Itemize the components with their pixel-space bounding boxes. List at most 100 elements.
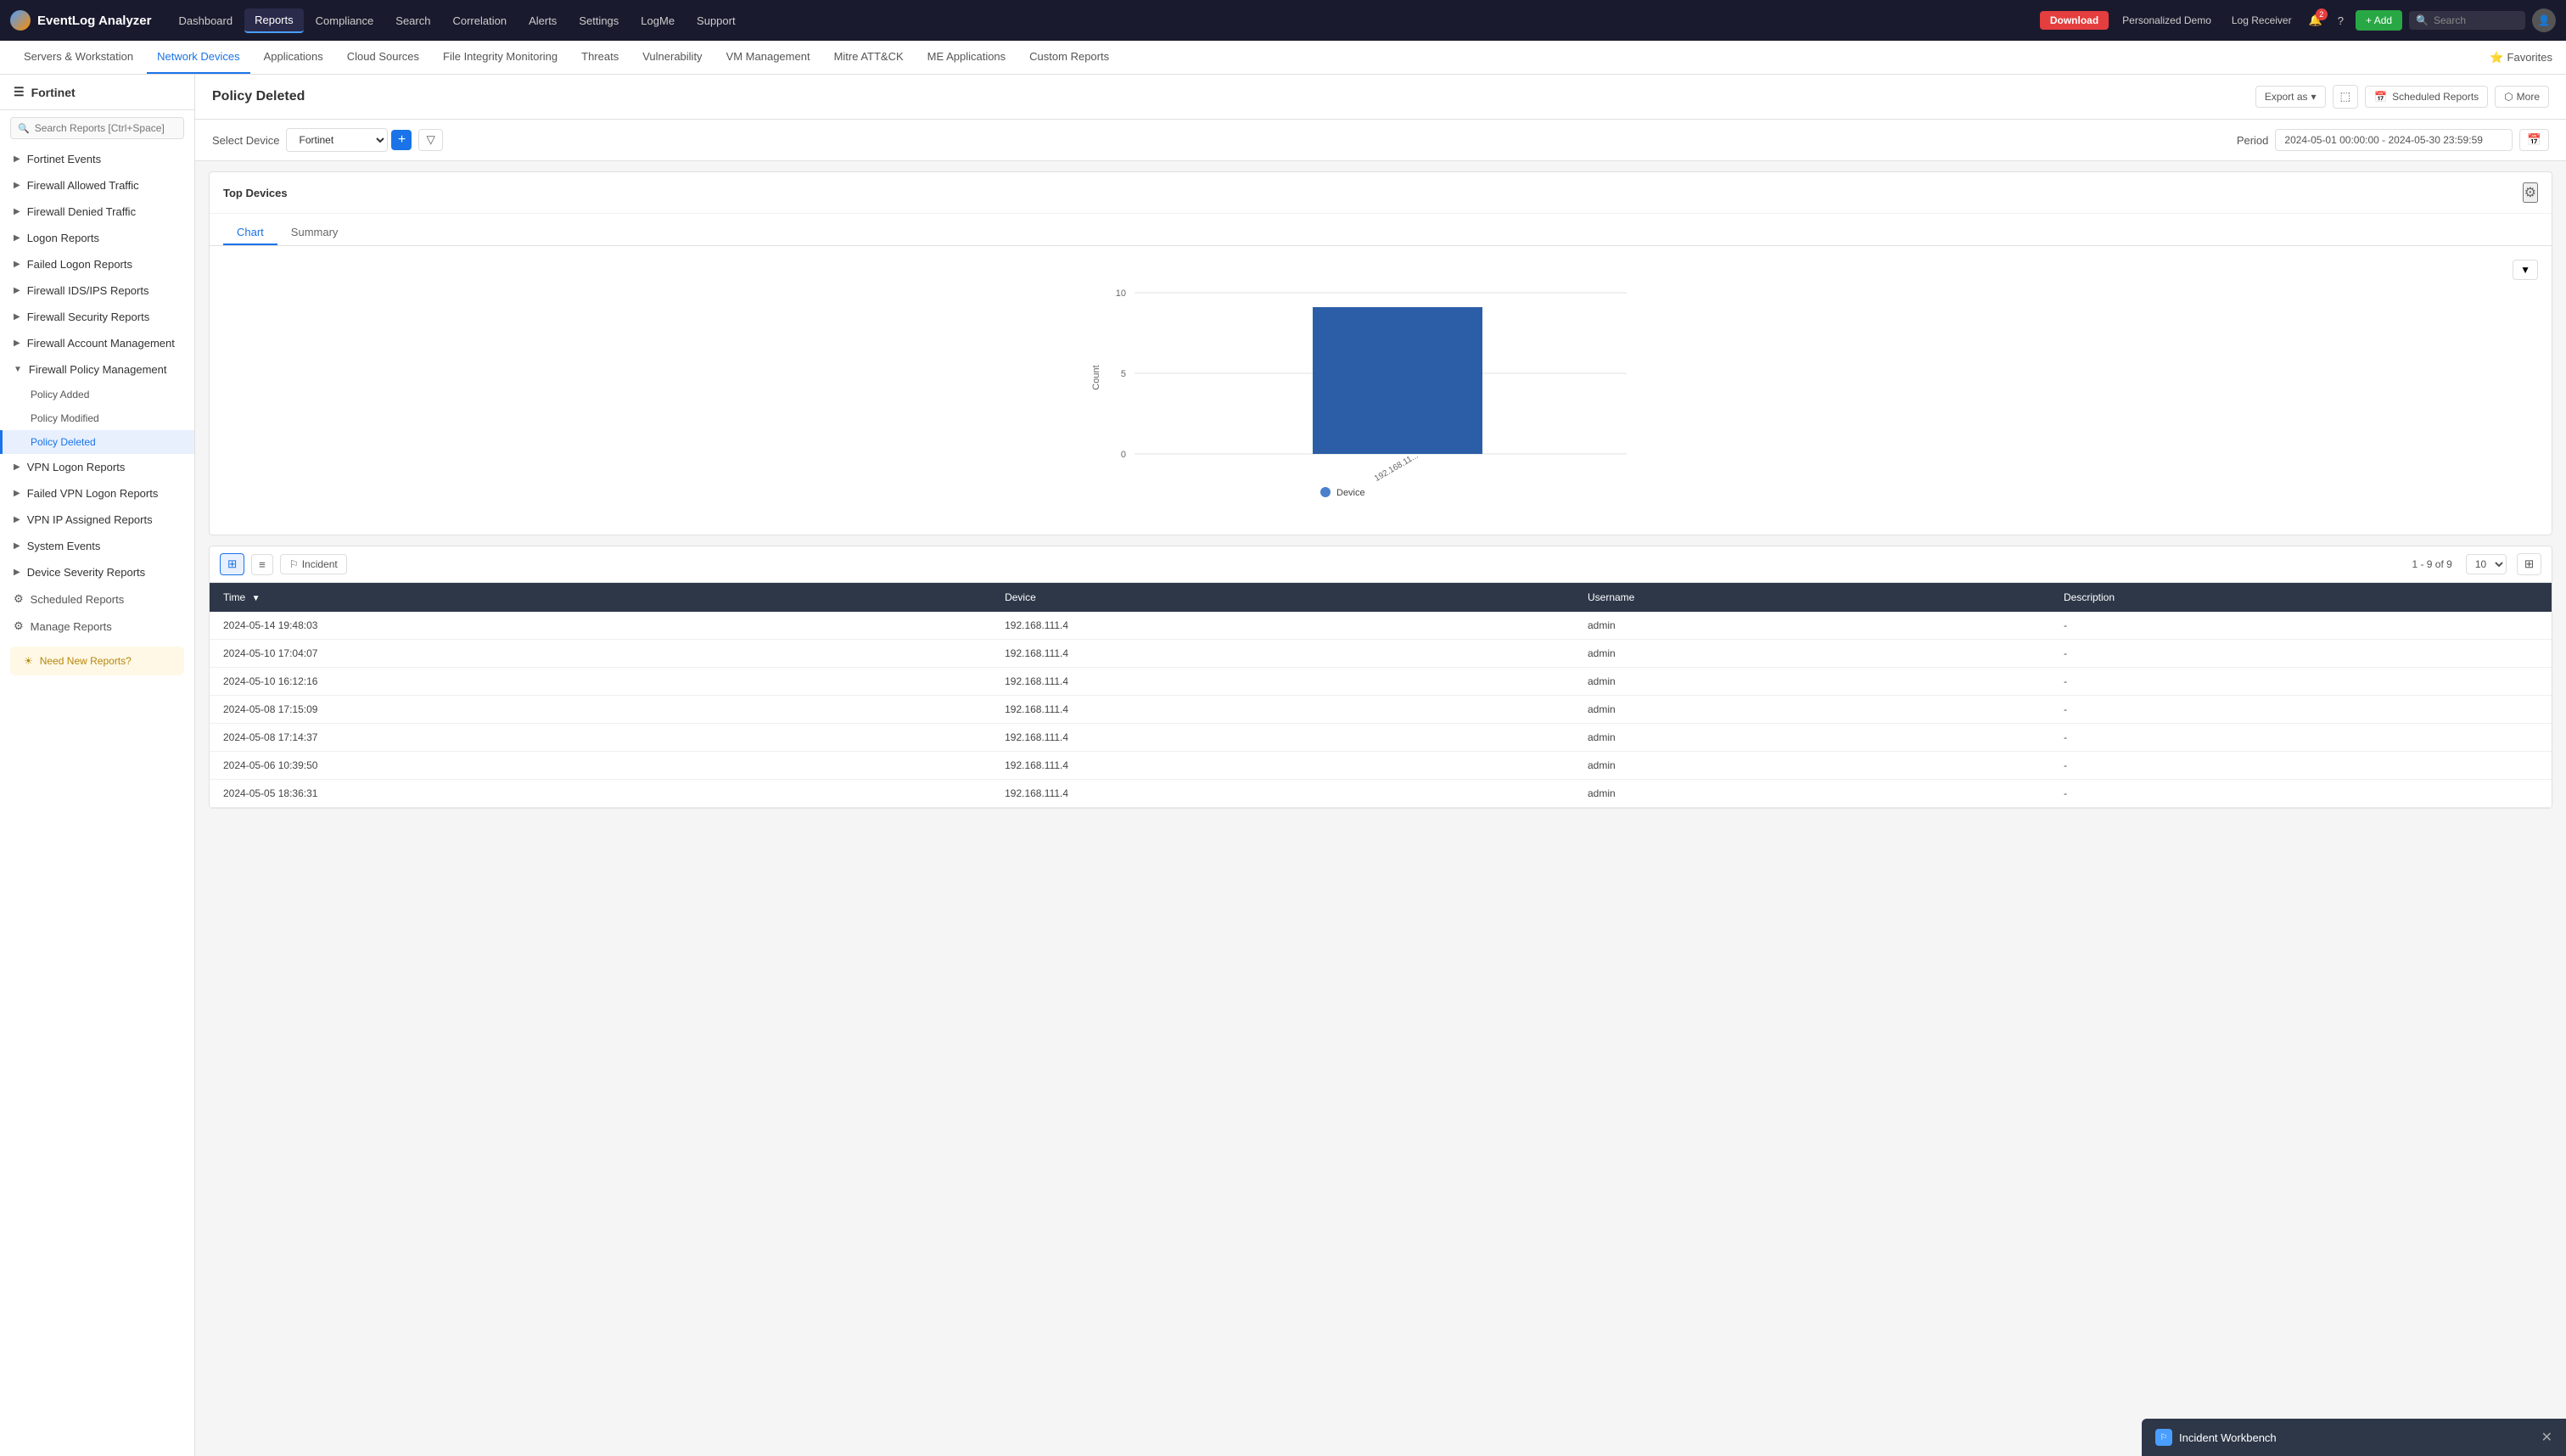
sidebar-search-input[interactable] — [35, 122, 176, 134]
subnav-network-devices[interactable]: Network Devices — [147, 41, 250, 74]
sidebar-group-allowed-traffic[interactable]: ▶ Firewall Allowed Traffic — [0, 172, 194, 199]
sidebar-group-account-mgmt[interactable]: ▶ Firewall Account Management — [0, 330, 194, 356]
add-button[interactable]: + Add — [2356, 10, 2402, 31]
share-button[interactable]: ⬚ — [2333, 85, 2359, 109]
subnav-vulnerability[interactable]: Vulnerability — [632, 41, 712, 74]
incident-workbench-panel[interactable]: ⚐ Incident Workbench ✕ — [2142, 1419, 2566, 1456]
sidebar-item-policy-added[interactable]: Policy Added — [0, 383, 194, 406]
nav-correlation[interactable]: Correlation — [442, 9, 517, 32]
tab-summary[interactable]: Summary — [277, 221, 352, 245]
cell-time: 2024-05-06 10:39:50 — [210, 752, 991, 780]
nav-logme[interactable]: LogMe — [630, 9, 685, 32]
cell-description: - — [2050, 696, 2552, 724]
chart-dropdown-button[interactable]: ▼ — [2513, 260, 2538, 280]
cell-username: admin — [1574, 668, 2050, 696]
bar-device — [1313, 307, 1482, 454]
subnav-applications[interactable]: Applications — [254, 41, 333, 74]
table-row: 2024-05-05 18:36:31 192.168.111.4 admin … — [210, 780, 2552, 808]
data-table: Time ▼ Device Username Description — [210, 583, 2552, 808]
filter-button[interactable]: ▽ — [418, 129, 442, 151]
sidebar-item-policy-deleted[interactable]: Policy Deleted — [0, 430, 194, 454]
sidebar-group-device-severity[interactable]: ▶ Device Severity Reports — [0, 559, 194, 585]
nav-reports[interactable]: Reports — [244, 8, 304, 33]
hamburger-icon[interactable]: ☰ — [14, 85, 25, 99]
subnav-vm-management[interactable]: VM Management — [716, 41, 821, 74]
sidebar-group-denied-traffic[interactable]: ▶ Firewall Denied Traffic — [0, 199, 194, 225]
sidebar-group-system-events[interactable]: ▶ System Events — [0, 533, 194, 559]
cell-username: admin — [1574, 640, 2050, 668]
sidebar-group-vpn-logon[interactable]: ▶ VPN Logon Reports — [0, 454, 194, 480]
sidebar-group-security-reports[interactable]: ▶ Firewall Security Reports — [0, 304, 194, 330]
subnav-me-applications[interactable]: ME Applications — [917, 41, 1017, 74]
nav-search[interactable]: Search — [385, 9, 440, 32]
device-select[interactable]: Fortinet — [286, 128, 388, 152]
tab-chart[interactable]: Chart — [223, 221, 277, 245]
cell-description: - — [2050, 612, 2552, 640]
sub-navigation: Servers & Workstation Network Devices Ap… — [0, 41, 2566, 75]
grid-view-button[interactable]: ⊞ — [220, 553, 244, 575]
export-button[interactable]: Export as ▾ — [2255, 86, 2326, 108]
personalized-demo-button[interactable]: Personalized Demo — [2115, 11, 2218, 30]
col-description[interactable]: Description — [2050, 583, 2552, 612]
chevron-down-icon: ▼ — [14, 365, 22, 374]
subnav-threats[interactable]: Threats — [571, 41, 629, 74]
nav-compliance[interactable]: Compliance — [305, 9, 384, 32]
calendar-icon: 📅 — [2527, 133, 2541, 146]
sidebar-group-failed-vpn[interactable]: ▶ Failed VPN Logon Reports — [0, 480, 194, 507]
manage-reports-link[interactable]: ⚙ Manage Reports — [0, 613, 194, 640]
subnav-mitre[interactable]: Mitre ATT&CK — [824, 41, 914, 74]
more-button[interactable]: ⬡ More — [2495, 86, 2549, 108]
svg-text:0: 0 — [1121, 450, 1126, 460]
list-view-button[interactable]: ≡ — [251, 554, 273, 575]
column-settings-button[interactable]: ⊞ — [2517, 553, 2541, 575]
subnav-cloud-sources[interactable]: Cloud Sources — [337, 41, 429, 74]
nav-alerts[interactable]: Alerts — [518, 9, 567, 32]
period-section: Period 📅 — [2237, 129, 2549, 151]
chart-panel-header: Top Devices ⚙ — [210, 172, 2552, 214]
top-search-bar[interactable]: 🔍 — [2409, 11, 2525, 30]
incident-wb-icon: ⚐ — [2155, 1429, 2172, 1446]
dropdown-arrow-icon: ▾ — [2311, 91, 2317, 103]
user-avatar[interactable]: 👤 — [2532, 8, 2556, 32]
nav-support[interactable]: Support — [686, 9, 746, 32]
svg-text:5: 5 — [1121, 369, 1126, 379]
subnav-file-integrity[interactable]: File Integrity Monitoring — [433, 41, 568, 74]
calendar-button[interactable]: 📅 — [2519, 129, 2549, 151]
nav-settings[interactable]: Settings — [569, 9, 629, 32]
sidebar-group-policy-mgmt[interactable]: ▼ Firewall Policy Management — [0, 356, 194, 383]
sidebar-group-vpn-ip[interactable]: ▶ VPN IP Assigned Reports — [0, 507, 194, 533]
cell-time: 2024-05-10 17:04:07 — [210, 640, 991, 668]
nav-dashboard[interactable]: Dashboard — [168, 9, 243, 32]
download-button[interactable]: Download — [2040, 11, 2109, 30]
subnav-servers[interactable]: Servers & Workstation — [14, 41, 143, 74]
add-device-button[interactable]: + — [391, 130, 412, 150]
col-device[interactable]: Device — [991, 583, 1574, 612]
sidebar-group-fortinet-events[interactable]: ▶ Fortinet Events — [0, 146, 194, 172]
scheduled-reports-button[interactable]: 📅 Scheduled Reports — [2365, 86, 2488, 108]
per-page-select[interactable]: 10 — [2466, 554, 2507, 574]
cell-device: 192.168.111.4 — [991, 724, 1574, 752]
app-logo[interactable]: EventLog Analyzer — [10, 10, 151, 31]
sidebar-group-failed-logon[interactable]: ▶ Failed Logon Reports — [0, 251, 194, 277]
col-username[interactable]: Username — [1574, 583, 2050, 612]
cell-username: admin — [1574, 612, 2050, 640]
favorites-button[interactable]: ⭐ Favorites — [2490, 51, 2552, 64]
need-reports-button[interactable]: ☀ Need New Reports? — [10, 647, 184, 675]
help-button[interactable]: ? — [2333, 11, 2349, 31]
col-time[interactable]: Time ▼ — [210, 583, 991, 612]
sidebar-group-logon-reports[interactable]: ▶ Logon Reports — [0, 225, 194, 251]
incident-wb-close-button[interactable]: ✕ — [2541, 1429, 2552, 1446]
notification-button[interactable]: 🔔 2 — [2305, 10, 2326, 31]
period-input[interactable] — [2275, 129, 2513, 151]
chart-settings-button[interactable]: ⚙ — [2523, 182, 2538, 203]
subnav-custom-reports[interactable]: Custom Reports — [1019, 41, 1119, 74]
sidebar-item-policy-modified[interactable]: Policy Modified — [0, 406, 194, 430]
app-name: EventLog Analyzer — [37, 14, 151, 28]
cell-device: 192.168.111.4 — [991, 612, 1574, 640]
scheduled-reports-link[interactable]: ⚙ Scheduled Reports — [0, 585, 194, 613]
chevron-right-icon: ▶ — [14, 207, 20, 216]
top-search-input[interactable] — [2434, 14, 2518, 26]
sidebar-group-ids-ips[interactable]: ▶ Firewall IDS/IPS Reports — [0, 277, 194, 304]
log-receiver-button[interactable]: Log Receiver — [2225, 11, 2299, 30]
incident-button[interactable]: ⚐ Incident — [280, 554, 347, 574]
